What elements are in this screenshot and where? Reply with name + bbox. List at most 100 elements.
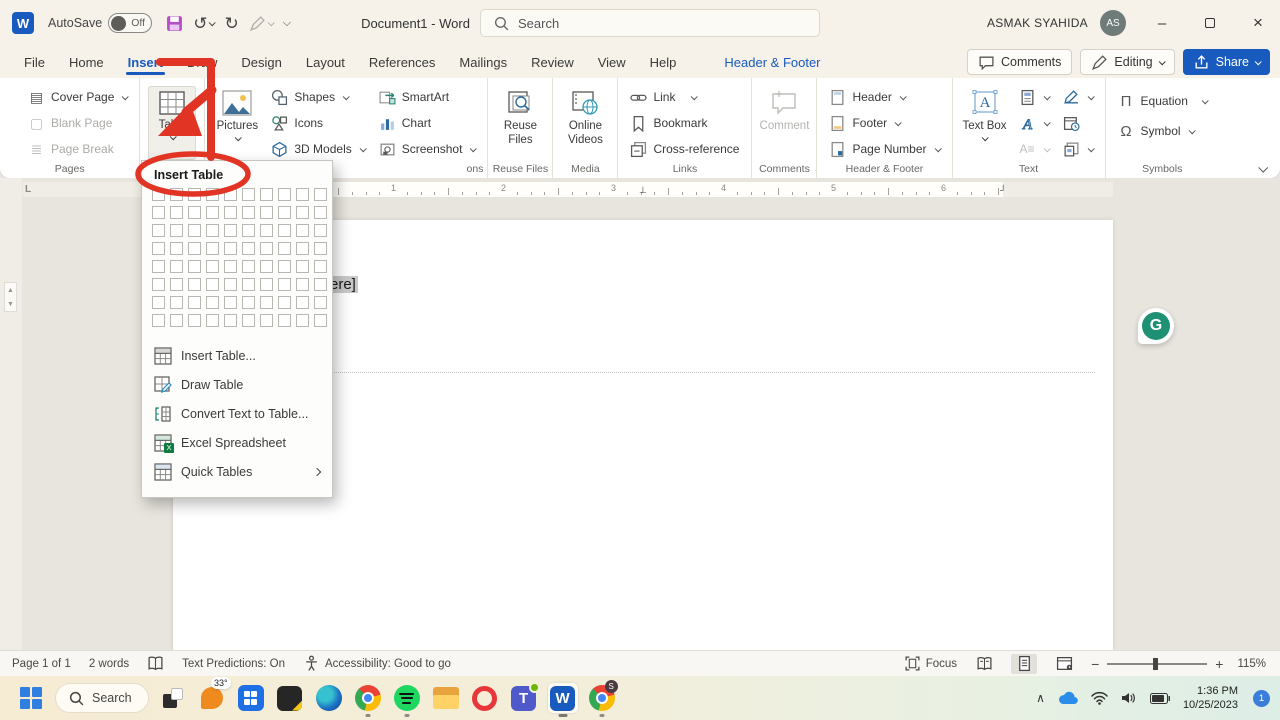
table-grid-cell[interactable] (188, 188, 201, 201)
share-button[interactable]: Share (1183, 49, 1270, 75)
table-grid-cell[interactable] (242, 206, 255, 219)
table-grid-cell[interactable] (278, 224, 291, 237)
quick-parts-button[interactable] (1015, 86, 1053, 108)
table-grid-cell[interactable] (314, 242, 327, 255)
grammarly-widget[interactable]: G (1138, 308, 1174, 344)
table-grid-cell[interactable] (188, 314, 201, 327)
teams-icon[interactable]: T (509, 683, 539, 713)
table-grid-cell[interactable] (170, 296, 183, 309)
table-grid-cell[interactable] (224, 260, 237, 273)
text-box-button[interactable]: A Text Box (961, 86, 1009, 160)
table-size-grid[interactable] (150, 188, 324, 327)
maximize-button[interactable] (1188, 0, 1232, 46)
tray-expand-icon[interactable]: ∧ (1036, 691, 1045, 705)
table-grid-cell[interactable] (170, 188, 183, 201)
file-explorer-icon[interactable] (431, 683, 461, 713)
tab-file[interactable]: File (14, 49, 55, 76)
tab-draw[interactable]: Draw (177, 49, 227, 76)
autosave-toggle[interactable]: Off (108, 13, 152, 33)
table-grid-cell[interactable] (296, 206, 309, 219)
table-grid-cell[interactable] (206, 314, 219, 327)
smartart-button[interactable]: SmartArt (375, 86, 480, 108)
tab-layout[interactable]: Layout (296, 49, 355, 76)
table-grid-cell[interactable] (260, 206, 273, 219)
table-grid-cell[interactable] (314, 188, 327, 201)
table-grid-cell[interactable] (224, 314, 237, 327)
menu-item-convert-text[interactable]: Convert Text to Table... (150, 399, 324, 428)
save-button[interactable] (166, 15, 183, 32)
tab-references[interactable]: References (359, 49, 445, 76)
menu-item-quick-tables[interactable]: Quick Tables (150, 457, 324, 486)
page-number-button[interactable]: Page Number (825, 138, 943, 160)
proofing-icon[interactable] (147, 655, 164, 672)
table-grid-cell[interactable] (314, 224, 327, 237)
tab-home[interactable]: Home (59, 49, 114, 76)
table-grid-cell[interactable] (260, 188, 273, 201)
table-grid-cell[interactable] (296, 278, 309, 291)
table-grid-cell[interactable] (278, 260, 291, 273)
table-grid-cell[interactable] (296, 296, 309, 309)
table-grid-cell[interactable] (242, 242, 255, 255)
close-button[interactable]: × (1236, 0, 1280, 46)
table-grid-cell[interactable] (242, 278, 255, 291)
table-grid-cell[interactable] (278, 206, 291, 219)
table-grid-cell[interactable] (170, 242, 183, 255)
table-grid-cell[interactable] (152, 260, 165, 273)
zoom-track[interactable] (1107, 663, 1207, 665)
table-grid-cell[interactable] (170, 278, 183, 291)
undo-button[interactable]: ↺ (193, 15, 214, 32)
zoom-level[interactable]: 115% (1237, 658, 1266, 670)
table-grid-cell[interactable] (206, 206, 219, 219)
table-grid-cell[interactable] (152, 224, 165, 237)
table-grid-cell[interactable] (188, 224, 201, 237)
chrome-browser-icon[interactable] (353, 683, 383, 713)
right-tab-marker[interactable]: ┘ (1000, 185, 1006, 195)
battery-icon[interactable] (1150, 693, 1170, 704)
wifi-icon[interactable] (1091, 691, 1108, 705)
chrome-profile-icon[interactable]: S (587, 683, 617, 713)
onedrive-icon[interactable] (1058, 691, 1078, 705)
zoom-out-button[interactable]: − (1091, 656, 1099, 672)
weather-widget[interactable]: 33° (197, 683, 227, 713)
task-view-button[interactable] (158, 683, 188, 713)
icons-button[interactable]: Icons (267, 112, 368, 134)
menu-item-draw-table[interactable]: Draw Table (150, 370, 324, 399)
redo-button[interactable]: ↻ (224, 15, 238, 32)
table-grid-cell[interactable] (314, 314, 327, 327)
signature-line-button[interactable] (1059, 86, 1097, 108)
start-button[interactable] (16, 683, 46, 713)
table-grid-cell[interactable] (278, 242, 291, 255)
table-grid-cell[interactable] (206, 278, 219, 291)
focus-button[interactable]: Focus (904, 655, 957, 672)
menu-item-excel-spreadsheet[interactable]: X Excel Spreadsheet (150, 428, 324, 457)
read-mode-button[interactable] (971, 654, 997, 674)
text-predictions[interactable]: Text Predictions: On (182, 658, 285, 670)
table-grid-cell[interactable] (224, 188, 237, 201)
zoom-slider[interactable]: − + (1091, 656, 1223, 672)
word-count[interactable]: 2 words (89, 658, 129, 670)
editing-button[interactable]: Editing (1080, 49, 1174, 75)
table-grid-cell[interactable] (170, 206, 183, 219)
table-grid-cell[interactable] (260, 242, 273, 255)
header-button[interactable]: Header (825, 86, 943, 108)
table-grid-cell[interactable] (242, 224, 255, 237)
zoom-handle[interactable] (1153, 658, 1158, 670)
draw-tool-button[interactable] (249, 15, 273, 32)
table-grid-cell[interactable] (296, 188, 309, 201)
tab-insert[interactable]: Insert (118, 49, 173, 76)
tab-mailings[interactable]: Mailings (449, 49, 517, 76)
table-grid-cell[interactable] (170, 224, 183, 237)
pictures-button[interactable]: Pictures (213, 86, 261, 160)
table-grid-cell[interactable] (206, 224, 219, 237)
comments-button[interactable]: Comments (967, 49, 1072, 75)
shapes-button[interactable]: Shapes (267, 86, 368, 108)
date-time-button[interactable] (1059, 112, 1097, 134)
table-grid-cell[interactable] (260, 260, 273, 273)
table-grid-cell[interactable] (224, 242, 237, 255)
3d-models-button[interactable]: 3D Models (267, 138, 368, 160)
table-grid-cell[interactable] (242, 188, 255, 201)
drop-cap-button[interactable]: A≡ (1015, 138, 1053, 160)
accessibility-status[interactable]: Accessibility: Good to go (303, 655, 451, 672)
table-grid-cell[interactable] (170, 260, 183, 273)
table-grid-cell[interactable] (278, 314, 291, 327)
